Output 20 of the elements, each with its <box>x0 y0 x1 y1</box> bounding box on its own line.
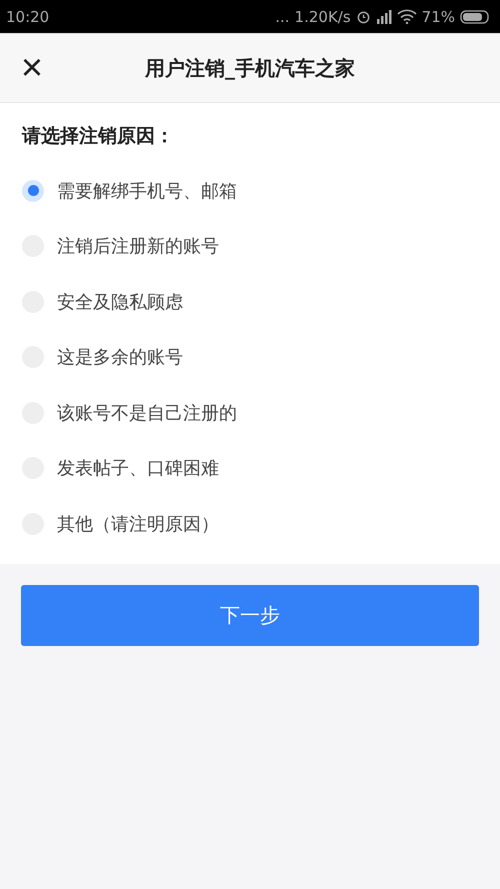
signal-icon <box>376 9 392 24</box>
close-button[interactable]: × <box>14 48 50 88</box>
reason-label[interactable]: 需要解绑手机号、邮箱 <box>57 178 237 203</box>
alarm-icon <box>356 9 371 24</box>
reason-label[interactable]: 发表帖子、口碑困难 <box>57 456 219 480</box>
status-time: 10:20 <box>6 8 50 26</box>
question-heading: 请选择注销原因： <box>22 124 175 149</box>
battery-icon <box>460 10 490 24</box>
reason-label[interactable]: 该账号不是自己注册的 <box>57 400 237 425</box>
reason-label[interactable]: 这是多余的账号 <box>57 345 183 370</box>
radio-button[interactable] <box>22 180 44 202</box>
network-speed: 1.20K/s <box>294 8 351 26</box>
reason-label[interactable]: 注销后注册新的账号 <box>57 234 219 258</box>
battery-percent: 71% <box>422 8 455 26</box>
wifi-icon <box>396 9 417 24</box>
status-dots: ... <box>275 8 290 26</box>
reason-label[interactable]: 其他（请注明原因） <box>57 512 219 536</box>
page-title: 用户注销_手机汽车之家 <box>145 54 355 82</box>
reason-label[interactable]: 安全及隐私顾虑 <box>57 290 183 314</box>
next-button[interactable]: 下一步 <box>21 584 479 646</box>
